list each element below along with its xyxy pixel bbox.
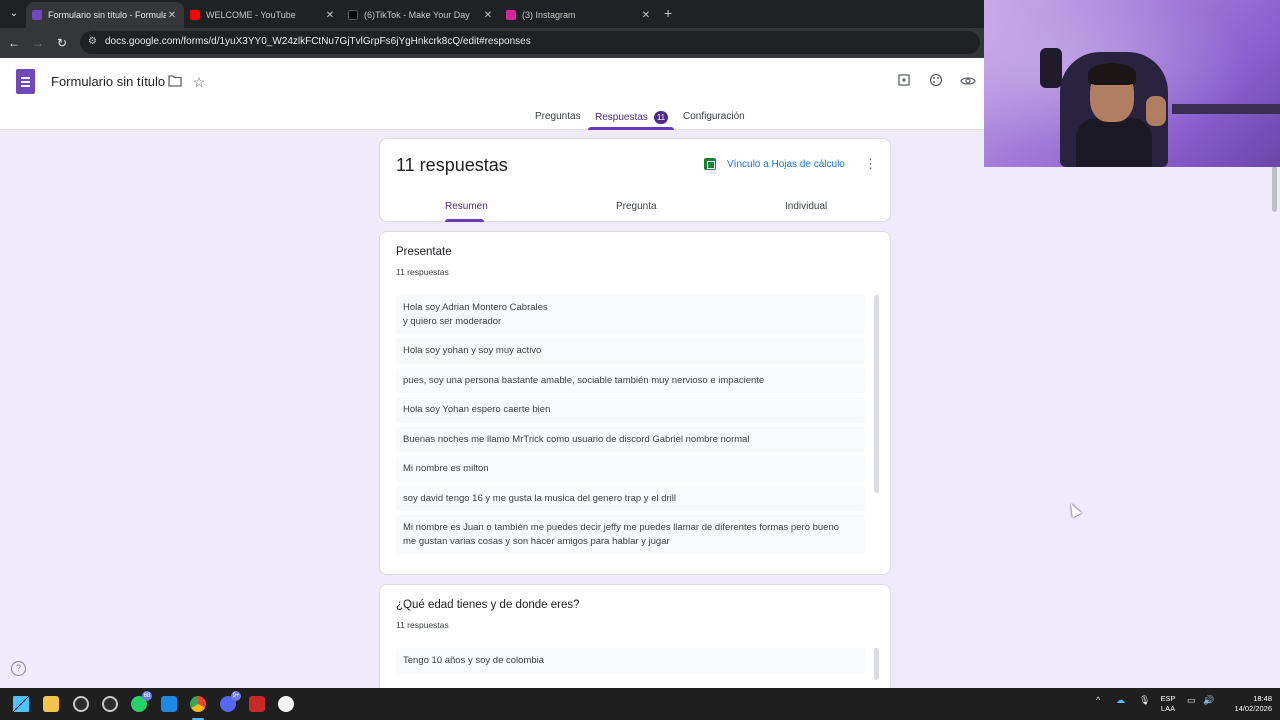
clock-date: 14/02/2026 [1234, 704, 1272, 713]
discord-badge: 9+ [231, 691, 241, 701]
tab-individual[interactable]: Individual [785, 201, 827, 212]
tiktok-favicon-icon [348, 10, 358, 20]
responses-count-badge: 11 [653, 111, 669, 124]
tab-search-icon[interactable]: ⌄ [6, 6, 22, 22]
close-tab-icon[interactable]: ✕ [640, 10, 652, 21]
more-options-icon[interactable]: ⋮ [864, 157, 877, 171]
response-item: Buenas noches me llamo MrTrick como usua… [396, 426, 865, 452]
network-icon[interactable]: ▭ [1187, 695, 1196, 706]
clock[interactable]: 18:48 14/02/2026 [1222, 694, 1272, 714]
tab-responses-label: Respuestas [595, 112, 648, 123]
whatsapp-badge: 68 [142, 691, 152, 701]
response-list[interactable]: Tengo 10 años y soy de colombia [396, 648, 865, 678]
active-tab-indicator [588, 127, 674, 130]
video-app-icon[interactable] [249, 696, 265, 712]
file-explorer-icon[interactable] [43, 696, 59, 712]
star-icon[interactable]: ☆ [189, 72, 209, 92]
site-info-icon[interactable]: ⚙ [88, 36, 100, 48]
tab-title: (3) Instagram [522, 10, 576, 20]
question-card: ¿Qué edad tienes y de donde eres? 11 res… [379, 584, 891, 694]
tab-settings[interactable]: Configuración [683, 111, 745, 122]
address-bar[interactable]: ⚙ docs.google.com/forms/d/1yuX3YY0_W24zl… [80, 31, 980, 54]
close-tab-icon[interactable]: ✕ [482, 10, 494, 21]
copilot-icon[interactable] [102, 696, 118, 712]
microphone-icon[interactable]: 🎙 [1139, 695, 1150, 706]
link-to-sheets-button[interactable]: Vínculo a Hojas de cálculo [704, 158, 845, 170]
tab-questions[interactable]: Preguntas [535, 111, 581, 122]
response-item: Hola soy Yohan espero caerte bien [396, 397, 865, 423]
response-item: Hola soy yohan y soy muy activo [396, 338, 865, 364]
page-scrollbar[interactable] [1272, 166, 1277, 212]
onedrive-cloud-icon[interactable]: ☁ [1116, 695, 1125, 706]
browser-tab-forms[interactable]: Formulario sin título - Formula ✕ [26, 2, 184, 28]
hanging-jacket [1040, 48, 1062, 88]
desk [1172, 104, 1280, 114]
question-title: ¿Qué edad tienes y de donde eres? [396, 599, 580, 611]
tab-title: WELCOME - YouTube [206, 10, 296, 20]
response-item: Tengo 10 años y soy de colombia [396, 648, 865, 674]
response-item: Mi nombre es milton [396, 456, 865, 482]
keyboard-layout: LAA [1160, 704, 1176, 713]
help-icon[interactable]: ? [11, 661, 26, 676]
youtube-favicon-icon [190, 10, 200, 20]
reload-icon[interactable]: ↻ [54, 35, 70, 51]
chrome-icon[interactable] [190, 696, 206, 712]
response-item: Hola soy Adrian Montero Cabrales y quier… [396, 295, 865, 334]
discord-icon[interactable]: 9+ [220, 691, 241, 712]
response-item: Mi nombre es Juan o también me puedes de… [396, 515, 865, 554]
forms-logo-icon[interactable] [16, 69, 35, 94]
outlook-icon[interactable] [161, 696, 177, 712]
language-indicator[interactable]: ESP LAA [1158, 694, 1178, 714]
tab-summary[interactable]: Resumen [445, 201, 488, 212]
palette-icon[interactable] [926, 72, 946, 92]
whatsapp-icon[interactable]: 68 [131, 691, 152, 712]
response-item: soy david tengo 16 y me gusta la musica … [396, 485, 865, 511]
person-hand [1146, 96, 1166, 126]
webcam-overlay [984, 0, 1280, 167]
music-app-icon[interactable] [278, 696, 294, 712]
chevron-up-icon[interactable]: ^ [1096, 695, 1100, 705]
windows-start-icon[interactable] [13, 696, 29, 712]
sheets-link-label: Vínculo a Hojas de cálculo [727, 158, 845, 170]
move-to-folder-icon[interactable] [165, 72, 185, 92]
instagram-favicon-icon [506, 10, 516, 20]
language-code: ESP [1160, 694, 1176, 703]
question-title: Presentate [396, 246, 452, 258]
taskbar: 68 9+ ^ ☁ 🎙 ESP LAA ▭ 🔊 18:48 14/02/2026 [0, 688, 1280, 720]
responses-summary-card: 11 respuestas Vínculo a Hojas de cálculo… [379, 138, 891, 222]
preview-eye-icon[interactable] [958, 72, 978, 92]
addon-icon[interactable] [894, 72, 914, 92]
close-tab-icon[interactable]: ✕ [166, 10, 178, 21]
response-list-scrollbar[interactable] [874, 295, 879, 493]
tab-title: (6)TikTok - Make Your Day [364, 10, 470, 20]
question-response-count: 11 respuestas [396, 267, 449, 277]
responses-count-title: 11 respuestas [396, 155, 508, 175]
response-list[interactable]: Hola soy Adrian Montero Cabrales y quier… [396, 295, 865, 558]
form-title[interactable]: Formulario sin título [51, 74, 165, 89]
tab-question[interactable]: Pregunta [616, 201, 657, 212]
mouse-cursor [1066, 501, 1082, 518]
person-body [1076, 118, 1152, 167]
chatgpt-icon[interactable] [73, 696, 89, 712]
tab-title: Formulario sin título - Formula [48, 10, 166, 20]
browser-tab-instagram[interactable]: (3) Instagram ✕ [500, 2, 658, 28]
volume-icon[interactable]: 🔊 [1203, 695, 1214, 706]
sheets-icon [704, 158, 716, 170]
back-arrow-icon[interactable]: ← [6, 35, 22, 51]
url-text: docs.google.com/forms/d/1yuX3YY0_W24zlkF… [105, 36, 531, 47]
active-subtab-indicator [445, 219, 484, 222]
response-item: pues, soy una persona bastante amable, s… [396, 367, 865, 393]
new-tab-button[interactable]: + [664, 6, 672, 20]
person-hair [1088, 63, 1136, 85]
browser-tab-tiktok[interactable]: (6)TikTok - Make Your Day ✕ [342, 2, 500, 28]
question-card: Presentate 11 respuestas Hola soy Adrian… [379, 231, 891, 575]
question-response-count: 11 respuestas [396, 620, 449, 630]
forward-arrow-icon[interactable]: → [30, 35, 46, 51]
response-list-scrollbar[interactable] [874, 648, 879, 680]
close-tab-icon[interactable]: ✕ [324, 10, 336, 21]
clock-time: 18:48 [1253, 694, 1272, 703]
forms-favicon-icon [32, 10, 42, 20]
tab-responses[interactable]: Respuestas 11 [595, 111, 669, 124]
browser-tab-youtube[interactable]: WELCOME - YouTube ✕ [184, 2, 342, 28]
